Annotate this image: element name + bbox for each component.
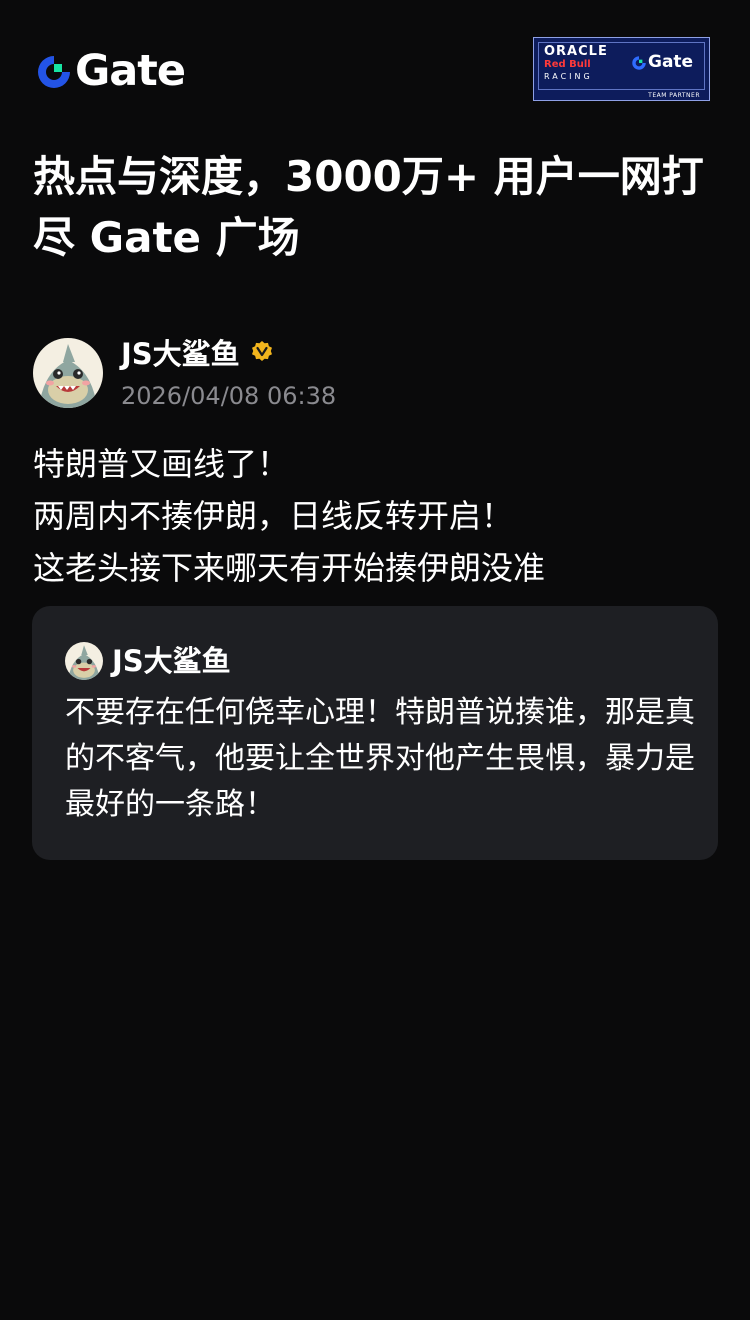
shark-avatar-icon: [33, 338, 103, 408]
quoted-post-card[interactable]: JS大鲨鱼 不要存在任何侥幸心理！特朗普说揍谁，那是真的不客气，他要让全世界对他…: [32, 606, 718, 860]
partner-gate-text: Gate: [648, 52, 694, 72]
post-body: 特朗普又画线了！ 两周内不揍伊朗，日线反转开启！ 这老头接下来哪天有开始揍伊朗没…: [33, 438, 723, 594]
gate-logo-icon: [38, 55, 70, 88]
logo-text: Gate: [75, 46, 186, 96]
page-headline: 热点与深度，3000万+ 用户一网打尽 Gate 广场: [33, 152, 704, 262]
partner-gate-icon: [632, 55, 646, 70]
author-name-row[interactable]: JS大鲨鱼: [121, 336, 274, 372]
author-avatar[interactable]: [33, 338, 103, 408]
post-timestamp: 2026/04/08 06:38: [121, 382, 337, 410]
partner-gate-logo: Gate: [631, 54, 693, 71]
partner-oracle-text: ORACLE: [544, 44, 608, 59]
partner-redbull-text: Red Bull: [544, 59, 591, 70]
post-line: 两周内不揍伊朗，日线反转开启！: [33, 497, 514, 535]
quoted-author-name[interactable]: JS大鲨鱼: [112, 642, 231, 680]
quoted-text: 不要存在任何侥幸心理！特朗普说揍谁，那是真的不客气，他要让全世界对他产生畏惧，暴…: [65, 695, 695, 822]
quoted-author-avatar[interactable]: [65, 642, 103, 680]
post-line: 特朗普又画线了！: [33, 445, 290, 483]
partner-racing-text: RACING: [544, 72, 593, 81]
author-name: JS大鲨鱼: [121, 337, 240, 371]
gate-logo[interactable]: Gate: [35, 46, 186, 96]
shark-avatar-icon: [65, 642, 103, 680]
partner-caption: TEAM PARTNER: [648, 92, 700, 99]
verified-badge-icon: [250, 336, 274, 372]
post-line: 这老头接下来哪天有开始揍伊朗没准: [33, 549, 546, 587]
team-partner-badge: ORACLE Red Bull RACING Gate TEAM PARTNER: [533, 37, 710, 101]
